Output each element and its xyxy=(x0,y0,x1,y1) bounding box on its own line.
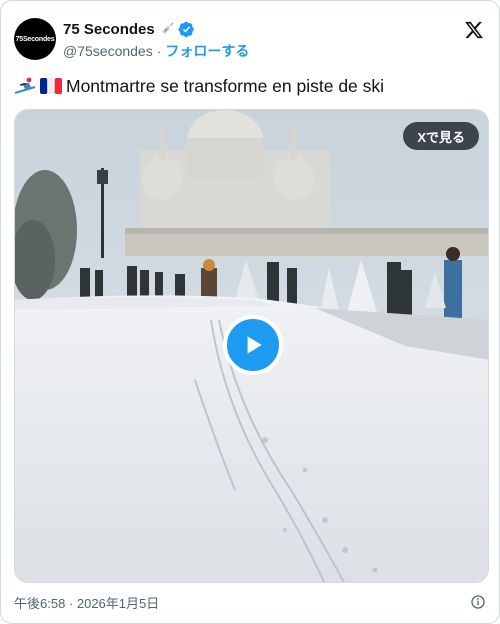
video-player[interactable]: Xで見る xyxy=(14,109,489,583)
syringe-badge-icon xyxy=(161,22,174,34)
avatar[interactable]: 75Secondes xyxy=(14,18,56,60)
avatar-text: 75Secondes xyxy=(15,35,55,43)
follow-button[interactable]: フォローする xyxy=(165,41,249,61)
separator-dot: · xyxy=(156,43,162,59)
tweet-footer: 午後6:58 · 2026年1月5日 xyxy=(14,592,486,612)
tweet-header: 75Secondes 75 Secondes @75secondes · フォロ… xyxy=(14,18,486,64)
play-button[interactable] xyxy=(223,315,283,375)
timestamp[interactable]: 午後6:58 · 2026年1月5日 xyxy=(14,593,159,612)
verified-badge-icon xyxy=(178,21,194,37)
x-logo-icon[interactable] xyxy=(464,20,484,40)
author-display-name[interactable]: 75 Secondes xyxy=(63,21,155,38)
tweet-body: Montmartre se transforme en piste de ski xyxy=(66,76,385,96)
info-icon[interactable] xyxy=(470,594,486,610)
flag-france-icon xyxy=(40,78,62,94)
author-info: 75 Secondes @75secondes · フォローする xyxy=(63,19,249,61)
author-handle[interactable]: @75secondes xyxy=(63,43,153,59)
tweet-embed-card[interactable]: 75Secondes 75 Secondes @75secondes · フォロ… xyxy=(0,0,500,624)
view-on-x-button[interactable]: Xで見る xyxy=(403,122,479,150)
skier-icon xyxy=(14,77,36,94)
tweet-text: Montmartre se transforme en piste de ski xyxy=(14,75,486,97)
play-icon xyxy=(247,336,262,354)
